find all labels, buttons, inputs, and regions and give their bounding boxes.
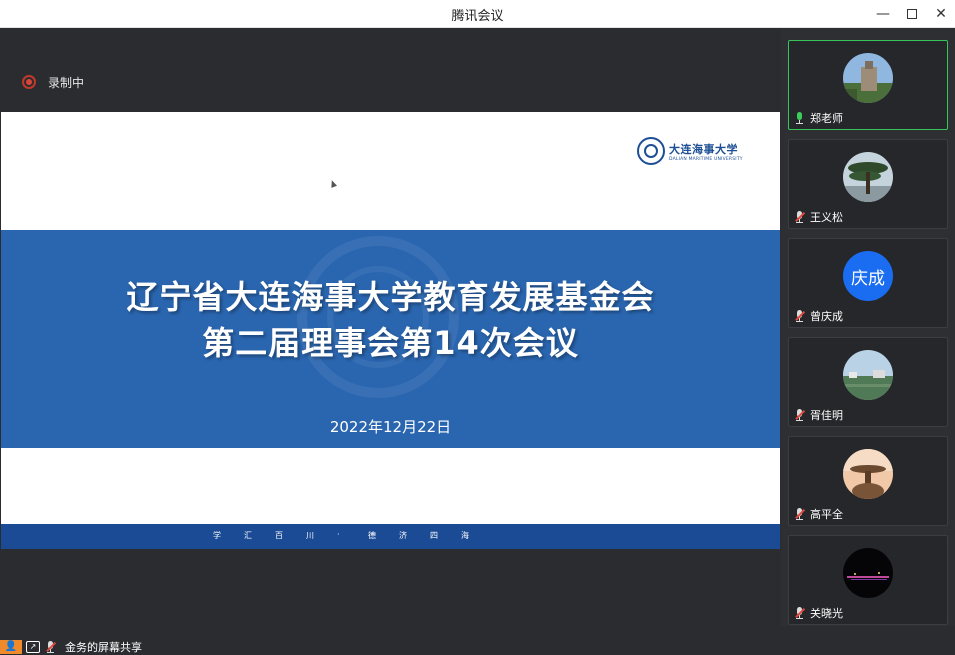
maximize-button[interactable] — [901, 3, 923, 25]
participant-name: 曾庆成 — [810, 310, 843, 323]
participant-name: 关晓光 — [810, 607, 843, 620]
motto-char: 百 — [275, 531, 283, 540]
participant-name: 胥佳明 — [810, 409, 843, 422]
avatar-initials: 庆成 — [843, 251, 893, 301]
slide-title-line1: 辽宁省大连海事大学教育发展基金会 — [126, 278, 655, 316]
mic-muted-icon — [795, 211, 805, 223]
participant-tile[interactable]: 王义松 — [788, 139, 948, 229]
motto-char: 海 — [461, 531, 469, 540]
record-icon — [22, 75, 36, 89]
avatar — [843, 53, 893, 103]
mic-muted-icon — [46, 641, 56, 653]
avatar — [843, 548, 893, 598]
motto-char: 川 — [306, 531, 314, 540]
avatar — [843, 350, 893, 400]
mic-icon — [795, 112, 804, 124]
presentation-slide: 大连海事大学 DALIAN MARITIME UNIVERSITY 辽宁省大连海… — [1, 112, 780, 549]
recording-indicator[interactable]: 录制中 — [22, 74, 84, 90]
close-button[interactable]: ✕ — [930, 3, 952, 25]
participant-tile[interactable]: 庆成 曾庆成 — [788, 238, 948, 328]
participant-tile[interactable]: 关晓光 — [788, 535, 948, 625]
motto-bar: 学 汇 百 川 · 德 济 四 海 — [1, 524, 780, 549]
motto-text: 学 汇 百 川 · 德 济 四 海 — [213, 530, 492, 541]
mouse-cursor-icon — [328, 179, 338, 188]
motto-char: 四 — [430, 531, 438, 540]
avatar: 庆成 — [843, 251, 893, 301]
user-icon: 👤 — [0, 640, 22, 654]
screen-share-status[interactable]: 👤 ↗ 金务的屏幕共享 — [0, 639, 142, 655]
participant-tile[interactable]: 高平全 — [788, 436, 948, 526]
shared-screen-area: 录制中 大连海事大学 DALIAN MARITIME UNIVERSITY 辽宁… — [0, 28, 781, 655]
title-bar: 腾讯会议 — ✕ — [0, 0, 955, 28]
university-logo: 大连海事大学 DALIAN MARITIME UNIVERSITY — [637, 136, 743, 166]
motto-char: 汇 — [244, 531, 252, 540]
logo-text-en: DALIAN MARITIME UNIVERSITY — [669, 156, 743, 162]
mic-muted-icon — [795, 607, 805, 619]
participant-tile[interactable]: 郑老师 — [788, 40, 948, 130]
minimize-button[interactable]: — — [872, 3, 894, 25]
logo-text-cn: 大连海事大学 — [669, 142, 738, 156]
motto-char: 济 — [399, 531, 407, 540]
slide-title-band: 辽宁省大连海事大学教育发展基金会 第二届理事会第14次会议 2022年12月22… — [1, 230, 780, 448]
recording-label: 录制中 — [48, 75, 85, 90]
motto-char: · — [337, 530, 340, 539]
mic-muted-icon — [795, 508, 805, 520]
slide-title-line2: 第二届理事会第14次会议 — [202, 324, 579, 362]
mic-muted-icon — [795, 310, 805, 322]
screen-share-label: 金务的屏幕共享 — [65, 639, 142, 655]
maximize-icon — [907, 9, 917, 19]
avatar — [843, 152, 893, 202]
motto-char: 德 — [368, 531, 376, 540]
mic-muted-icon — [795, 409, 805, 421]
motto-char: 学 — [213, 531, 221, 540]
participant-name: 郑老师 — [810, 112, 843, 125]
participant-name: 高平全 — [810, 508, 843, 521]
avatar — [843, 449, 893, 499]
slide-date: 2022年12月22日 — [329, 418, 452, 436]
participant-name: 王义松 — [810, 211, 843, 224]
university-seal-icon — [637, 137, 665, 165]
participant-tile[interactable]: 胥佳明 — [788, 337, 948, 427]
window-title: 腾讯会议 — [451, 9, 504, 24]
participant-list: 郑老师 王义松 庆成 曾庆成 胥佳明 高平全 关晓光 — [781, 28, 955, 626]
share-screen-icon: ↗ — [26, 641, 40, 653]
